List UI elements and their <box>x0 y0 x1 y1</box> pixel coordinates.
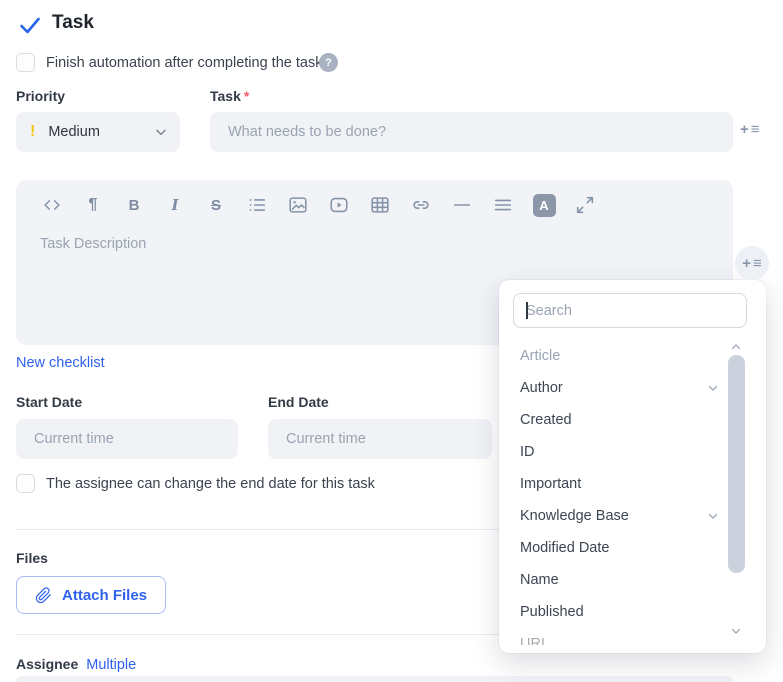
start-date-label: Start Date <box>16 394 82 410</box>
bullet-list-icon[interactable] <box>245 193 269 217</box>
popup-item-important[interactable]: Important <box>520 474 581 494</box>
strikethrough-icon[interactable]: S <box>204 193 228 217</box>
code-icon[interactable] <box>40 193 64 217</box>
popup-item-clipped[interactable]: URL <box>520 634 549 645</box>
end-date-label: End Date <box>268 394 329 410</box>
assignee-multiple-link[interactable]: Multiple <box>86 657 136 673</box>
expand-icon[interactable] <box>573 193 597 217</box>
popup-item-modified-date[interactable]: Modified Date <box>520 538 609 558</box>
assignee-row: Assignee Multiple <box>16 656 136 673</box>
video-icon[interactable] <box>327 193 351 217</box>
value-picker-popup: Article Author Created ID Important Know… <box>499 280 766 653</box>
start-date-input[interactable] <box>16 419 238 459</box>
task-label: Task* <box>210 88 249 104</box>
attach-files-button[interactable]: Attach Files <box>16 576 166 614</box>
assignee-change-date-label: The assignee can change the end date for… <box>46 476 375 492</box>
popup-item-author[interactable]: Author <box>520 378 563 398</box>
popup-item-knowledge-base[interactable]: Knowledge Base <box>520 506 629 526</box>
link-icon[interactable] <box>409 193 433 217</box>
chevron-down-icon[interactable] <box>706 381 720 395</box>
popup-item-name[interactable]: Name <box>520 570 559 590</box>
paperclip-icon <box>35 587 52 604</box>
priority-select[interactable]: ! Medium <box>16 112 180 152</box>
popup-search-input[interactable] <box>513 293 747 328</box>
new-checklist-link[interactable]: New checklist <box>16 355 105 371</box>
cut-off-field <box>16 676 733 682</box>
text-color-icon[interactable]: A <box>532 193 556 217</box>
help-icon[interactable]: ? <box>319 53 338 72</box>
text-caret <box>526 302 528 319</box>
check-icon <box>18 13 42 37</box>
table-icon[interactable] <box>368 193 392 217</box>
scrollbar-thumb[interactable] <box>728 355 745 573</box>
finish-automation-checkbox[interactable] <box>16 53 35 72</box>
editor-toolbar: ¶ B I S A <box>40 193 597 217</box>
insert-value-button-task[interactable]: +≡ <box>740 122 760 137</box>
assignee-label: Assignee <box>16 656 78 672</box>
description-placeholder: Task Description <box>40 236 146 252</box>
task-title-input[interactable] <box>210 112 733 152</box>
assignee-change-date-checkbox[interactable] <box>16 474 35 493</box>
end-date-input[interactable] <box>268 419 492 459</box>
priority-label: Priority <box>16 88 65 104</box>
chevron-down-icon[interactable] <box>706 509 720 523</box>
required-asterisk: * <box>244 88 249 104</box>
priority-value: Medium <box>48 124 100 140</box>
horizontal-rule-icon[interactable] <box>450 193 474 217</box>
popup-item-created[interactable]: Created <box>520 410 572 430</box>
files-label: Files <box>16 550 48 566</box>
scroll-down-icon[interactable] <box>729 624 743 638</box>
priority-warning-icon: ! <box>30 123 35 141</box>
align-icon[interactable] <box>491 193 515 217</box>
scroll-up-icon[interactable] <box>729 340 743 354</box>
chevron-down-icon <box>153 124 169 140</box>
italic-icon[interactable]: I <box>163 193 187 217</box>
insert-value-button-description[interactable]: +≡ <box>735 246 769 280</box>
page-title: Task <box>52 12 94 34</box>
popup-item-article: Article <box>520 346 560 366</box>
bold-icon[interactable]: B <box>122 193 146 217</box>
task-activity-panel: Task Finish automation after completing … <box>0 0 783 682</box>
popup-item-id[interactable]: ID <box>520 442 535 462</box>
popup-item-published[interactable]: Published <box>520 602 584 622</box>
finish-automation-label: Finish automation after completing the t… <box>46 55 322 71</box>
image-icon[interactable] <box>286 193 310 217</box>
paragraph-icon[interactable]: ¶ <box>81 193 105 217</box>
